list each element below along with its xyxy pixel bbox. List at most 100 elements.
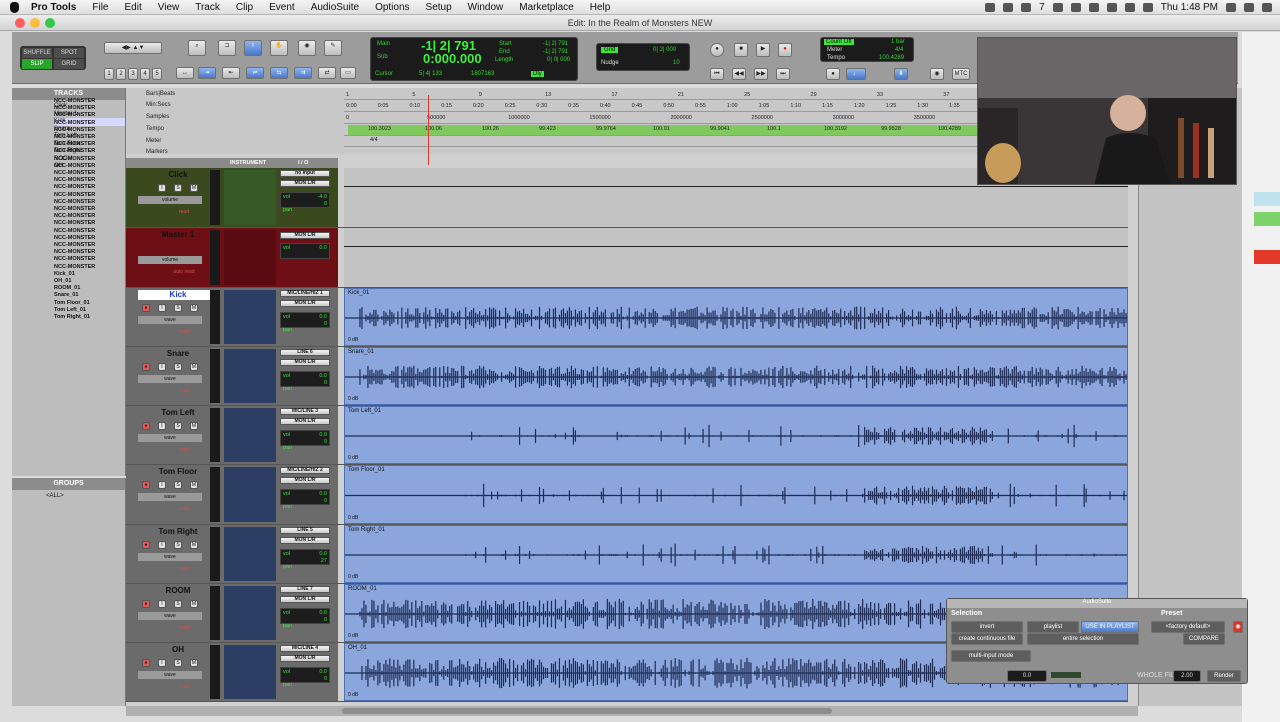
- audio-clip[interactable]: Tom Left_01 0 dB: [344, 406, 1128, 464]
- menu-options[interactable]: Options: [367, 2, 417, 13]
- group-item[interactable]: <ALL>: [12, 490, 125, 499]
- horizontal-scrollbar[interactable]: [126, 706, 1138, 716]
- pan-value[interactable]: 0: [324, 201, 327, 208]
- menu-audiosuite[interactable]: AudioSuite: [303, 2, 367, 13]
- input-monitor-button[interactable]: I: [158, 304, 166, 312]
- menu-event[interactable]: Event: [261, 2, 303, 13]
- link-icon[interactable]: ⇥: [198, 67, 216, 79]
- solo-button[interactable]: S: [174, 304, 182, 312]
- output-selector[interactable]: MON L/R: [280, 232, 330, 239]
- track-header[interactable]: OH ● I S M wave read MIC/LINE 4 MON L/R …: [126, 643, 338, 701]
- bluetooth-icon[interactable]: [1088, 3, 1099, 12]
- automation-mode[interactable]: auto read: [166, 268, 202, 276]
- spot-mode-button[interactable]: SPOT: [54, 48, 84, 58]
- tempo-event[interactable]: 99.423: [539, 126, 556, 132]
- go-to-end-icon[interactable]: ⏭: [776, 68, 790, 80]
- output-selector[interactable]: MON L/R: [280, 537, 330, 544]
- mirror-icon[interactable]: ⇌: [246, 67, 264, 79]
- cloud-icon[interactable]: [1052, 3, 1063, 12]
- clip-list-item[interactable]: NCC-MONSTER: [54, 134, 104, 141]
- input-monitor-button[interactable]: I: [158, 600, 166, 608]
- mute-button[interactable]: M: [190, 363, 198, 371]
- use-in-playlist-button[interactable]: USE IN PLAYLIST: [1081, 621, 1139, 633]
- clip-list-item[interactable]: NCC-MONSTER: [54, 249, 104, 256]
- tempo-event[interactable]: 100.1: [767, 126, 781, 132]
- clip-list-item[interactable]: NCC-MONSTER: [54, 127, 104, 134]
- mute-button[interactable]: M: [190, 659, 198, 667]
- minimize-window-button[interactable]: [30, 18, 40, 28]
- length-value[interactable]: 0| 0| 000: [547, 57, 570, 63]
- compare-button[interactable]: COMPARE: [1183, 633, 1225, 645]
- tempo-event[interactable]: 100.01: [653, 126, 670, 132]
- automation-mode[interactable]: read: [166, 446, 202, 454]
- track-name[interactable]: ROOM: [138, 586, 218, 596]
- insertion-follows-icon[interactable]: ⇉: [294, 67, 312, 79]
- stop-icon[interactable]: ■: [734, 43, 748, 57]
- creative-cloud-icon[interactable]: [1021, 3, 1032, 12]
- clip-list-item[interactable]: NCC-MONSTER: [54, 206, 104, 213]
- track-name[interactable]: Snare: [138, 349, 218, 359]
- menu-app[interactable]: Pro Tools: [23, 2, 84, 13]
- instrument-slot[interactable]: [224, 467, 276, 522]
- input-monitor-button[interactable]: I: [158, 541, 166, 549]
- input-monitor-button[interactable]: I: [158, 481, 166, 489]
- meter-value[interactable]: 4/4: [895, 47, 903, 53]
- scrollbar-thumb[interactable]: [342, 708, 832, 714]
- entire-selection-dropdown[interactable]: entire selection: [1027, 633, 1139, 645]
- render-button[interactable]: Render: [1207, 670, 1241, 682]
- pan-value[interactable]: 0: [324, 380, 327, 387]
- mute-button[interactable]: M: [190, 600, 198, 608]
- track-header[interactable]: Snare ● I S M wave read LINE 6 MON L/R v…: [126, 347, 338, 405]
- end-value[interactable]: -1| 2| 791: [543, 49, 568, 55]
- zoom-preset-2[interactable]: 2: [116, 68, 126, 80]
- mtc-button[interactable]: MTC: [952, 68, 970, 80]
- start-value[interactable]: -1| 2| 791: [543, 41, 568, 47]
- audio-clip[interactable]: Kick_01 0 dB: [344, 288, 1128, 346]
- solo-button[interactable]: S: [174, 363, 182, 371]
- sub-counter-value[interactable]: 0:000.000: [423, 51, 482, 66]
- track-lane[interactable]: Kick_01 0 dB: [344, 288, 1128, 346]
- track-header[interactable]: Master 1 ● I S M volume auto read MON L/…: [126, 228, 338, 287]
- nudge-value[interactable]: 10: [673, 60, 680, 66]
- grabber-tool-icon[interactable]: ✋: [270, 40, 288, 56]
- track-header[interactable]: Click ● I S M volume read no input MON L…: [126, 168, 338, 227]
- pan-value[interactable]: 0: [324, 498, 327, 505]
- solo-button[interactable]: S: [174, 659, 182, 667]
- record-enable-button[interactable]: ●: [142, 659, 150, 667]
- instrument-slot[interactable]: [224, 586, 276, 640]
- track-name[interactable]: Kick: [138, 290, 218, 300]
- audio-clip[interactable]: Tom Floor_01 0 dB: [344, 465, 1128, 524]
- link-timeline-icon[interactable]: ⇄: [318, 67, 336, 79]
- input-selector[interactable]: MIC/LINE/HIZ 1: [280, 290, 330, 297]
- clip-list-item[interactable]: NCC-MONSTER: [54, 120, 104, 127]
- track-view-selector[interactable]: wave: [138, 671, 202, 679]
- audio-clip[interactable]: Tom Right_01 0 dB: [344, 525, 1128, 583]
- track-view-selector[interactable]: volume: [138, 196, 202, 204]
- record-enable-button[interactable]: ●: [142, 541, 150, 549]
- track-header[interactable]: Tom Right ● I S M wave read LINE 5 MON L…: [126, 525, 338, 583]
- record-enable-button[interactable]: ●: [142, 422, 150, 430]
- create-continuous-file-button[interactable]: create continuous file: [951, 633, 1023, 645]
- metronome-icon[interactable]: ◉: [930, 68, 944, 80]
- wifi-icon[interactable]: [1106, 3, 1117, 12]
- record-enable-button[interactable]: ●: [142, 481, 150, 489]
- clip-list-item[interactable]: NCC-MONSTER: [54, 148, 104, 155]
- automation-mode[interactable]: read: [166, 387, 202, 395]
- clip-list-item[interactable]: NCC-MONSTER: [54, 264, 104, 271]
- tab-to-transient-icon[interactable]: ⇤: [222, 67, 240, 79]
- mute-button[interactable]: M: [190, 541, 198, 549]
- fast-forward-icon[interactable]: ▶▶: [754, 68, 768, 80]
- tempo-event[interactable]: 99.9041: [710, 126, 730, 132]
- solo-button[interactable]: S: [174, 600, 182, 608]
- screen-icon[interactable]: ▭: [340, 67, 356, 79]
- track-header[interactable]: ROOM ● I S M wave read LINE 7 MON L/R vo…: [126, 584, 338, 642]
- clip-list-item[interactable]: NCC-MONSTER: [54, 105, 104, 112]
- instrument-slot[interactable]: [224, 645, 276, 699]
- menu-setup[interactable]: Setup: [418, 2, 460, 13]
- track-header[interactable]: Kick ● I S M wave read MIC/LINE/HIZ 1 MO…: [126, 288, 338, 346]
- input-selector[interactable]: LINE 7: [280, 586, 330, 593]
- delay-indicator[interactable]: Dly: [531, 71, 544, 77]
- count-off-button[interactable]: Count Off: [824, 39, 854, 45]
- automation-mode[interactable]: read: [166, 328, 202, 336]
- track-view-selector[interactable]: wave: [138, 434, 202, 442]
